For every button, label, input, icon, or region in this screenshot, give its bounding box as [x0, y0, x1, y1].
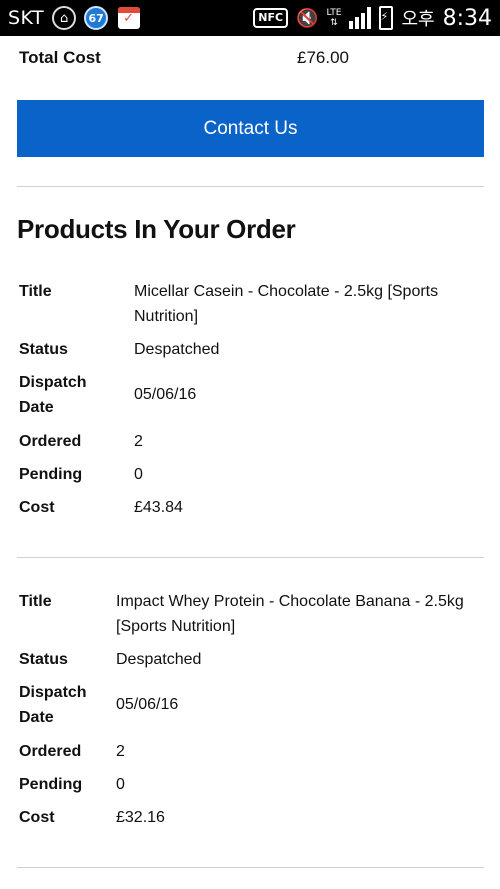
divider: [17, 186, 484, 187]
cost-label: Cost: [19, 809, 55, 826]
product-pending: 0: [134, 466, 143, 483]
navigation-app-icon: ⌂: [52, 6, 77, 30]
notification-badge-icon: 67: [84, 6, 109, 30]
product-pending: 0: [116, 776, 125, 793]
ordered-label: Ordered: [19, 433, 82, 450]
mute-icon: 🔇: [296, 7, 319, 29]
product-dispatch-date: 05/06/16: [134, 386, 197, 403]
pending-label: Pending: [19, 466, 83, 483]
status-label: Status: [19, 651, 68, 668]
signal-strength-icon: [349, 7, 372, 29]
divider: [17, 867, 484, 868]
status-label: Status: [19, 341, 68, 358]
total-cost-label: Total Cost: [19, 48, 101, 67]
product-ordered: 2: [134, 433, 143, 450]
carrier-label: SKT: [8, 7, 45, 29]
product-status: Despatched: [134, 341, 220, 358]
battery-charging-icon: [379, 6, 394, 30]
dispatch-date-label: Dispatch Date: [19, 374, 87, 416]
clock: 8:34: [442, 5, 492, 31]
contact-us-button[interactable]: Contact Us: [17, 100, 484, 157]
status-bar: SKT ⌂ 67 NFC 🔇 LTE⇅ 오후 8:34: [0, 0, 500, 36]
total-cost-row: Total Cost £76.00: [19, 48, 479, 72]
title-label: Title: [19, 593, 52, 610]
product-cost: £43.84: [134, 499, 183, 516]
total-cost-value: £76.00: [297, 48, 349, 67]
cost-label: Cost: [19, 499, 55, 516]
ampm-label: 오후: [401, 9, 435, 30]
pending-label: Pending: [19, 776, 83, 793]
dispatch-date-label: Dispatch Date: [19, 684, 87, 726]
ordered-label: Ordered: [19, 743, 82, 760]
product-title: Impact Whey Protein - Chocolate Banana -…: [116, 593, 464, 635]
products-heading: Products In Your Order: [17, 214, 296, 244]
nfc-icon: NFC: [253, 8, 289, 28]
product-cost: £32.16: [116, 809, 165, 826]
product-title: Micellar Casein - Chocolate - 2.5kg [Spo…: [134, 283, 439, 325]
product-status: Despatched: [116, 651, 202, 668]
divider: [17, 557, 484, 558]
product-dispatch-date: 05/06/16: [116, 696, 179, 713]
title-label: Title: [19, 283, 52, 300]
product-ordered: 2: [116, 743, 125, 760]
calendar-icon: [118, 7, 141, 29]
lte-icon: LTE ⇅: [326, 8, 342, 28]
